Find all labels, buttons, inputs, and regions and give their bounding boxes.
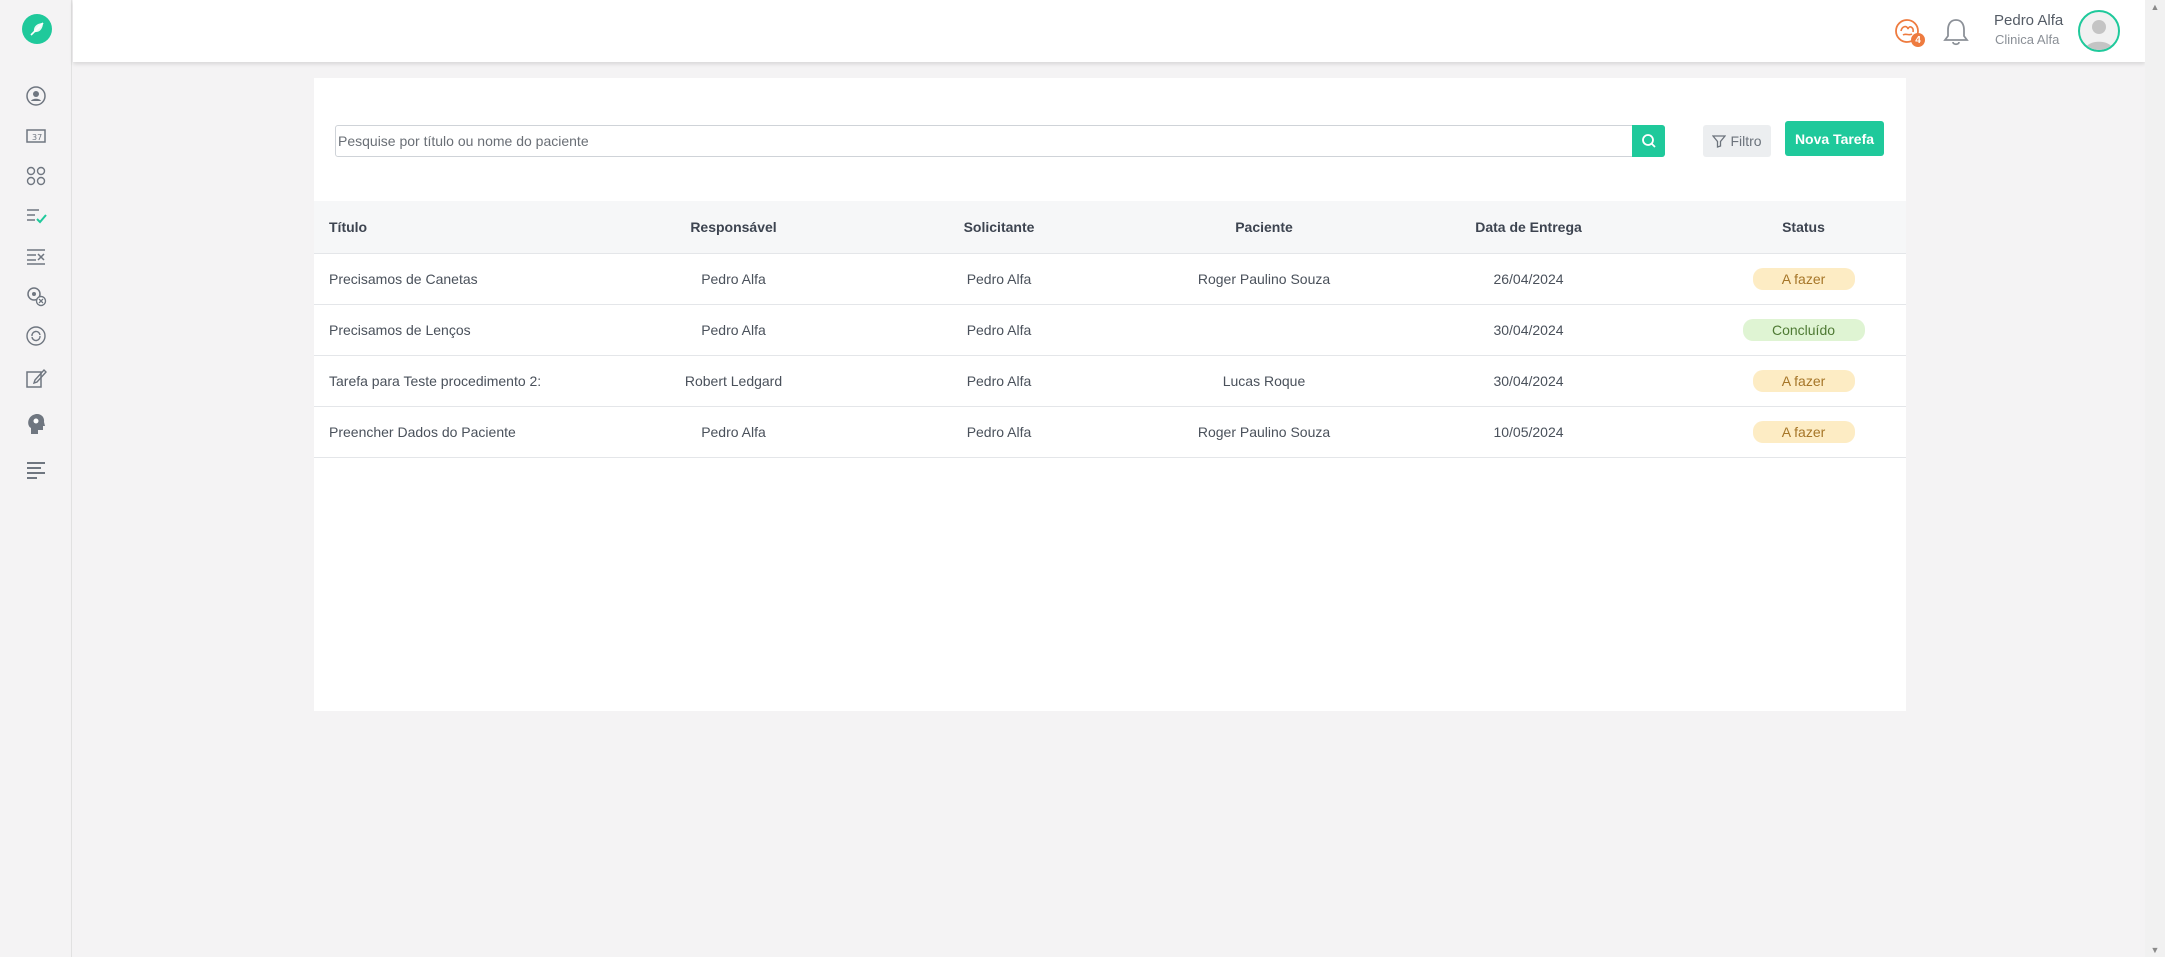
task-title: Precisamos de Lenços xyxy=(329,321,471,338)
user-avatar-icon xyxy=(2085,20,2113,50)
task-patient: Roger Paulino Souza xyxy=(1197,270,1331,287)
head-icon[interactable] xyxy=(22,410,50,438)
top-bar xyxy=(73,0,2145,62)
refresh-icon[interactable] xyxy=(22,322,50,350)
task-responsible: Pedro Alfa xyxy=(701,270,766,287)
task-requester: Pedro Alfa xyxy=(966,423,1032,440)
column-header-requester[interactable]: Solicitante xyxy=(826,201,1172,253)
calendar-icon[interactable]: 37 xyxy=(22,122,50,150)
avatar[interactable] xyxy=(2078,10,2120,52)
new-task-button[interactable]: Nova Tarefa xyxy=(1785,121,1884,156)
column-header-patient[interactable]: Paciente xyxy=(1172,201,1356,253)
tasks-table: Título Responsável Solicitante Paciente … xyxy=(314,201,1906,458)
table-row[interactable]: Preencher Dados do Paciente Pedro Alfa P… xyxy=(314,406,1906,457)
search-icon xyxy=(1641,134,1656,148)
task-requester: Pedro Alfa xyxy=(966,321,1032,338)
search-button[interactable] xyxy=(1632,125,1665,157)
task-requester: Pedro Alfa xyxy=(966,372,1032,389)
task-responsible: Robert Ledgard xyxy=(684,372,783,389)
app-logo[interactable] xyxy=(22,14,52,44)
tasks-notification-button[interactable]: 4 xyxy=(1891,15,1925,49)
table-row[interactable]: Precisamos de Canetas Pedro Alfa Pedro A… xyxy=(314,253,1906,304)
filter-button[interactable]: Filtro xyxy=(1703,125,1771,157)
filter-icon xyxy=(1712,135,1727,148)
page-scrollbar[interactable]: ▲ ▼ xyxy=(2145,0,2165,957)
task-patient: Roger Paulino Souza xyxy=(1197,423,1331,440)
clinic-name: Clinica Alfa xyxy=(1995,32,2060,47)
column-header-status[interactable]: Status xyxy=(1701,201,1906,253)
table-row[interactable]: Precisamos de Lenços Pedro Alfa Pedro Al… xyxy=(314,304,1906,355)
menu-lines-icon[interactable] xyxy=(22,456,50,484)
status-badge: Concluído xyxy=(1742,318,1865,341)
task-due-date: 30/04/2024 xyxy=(1493,372,1564,389)
status-badge: A fazer xyxy=(1752,420,1855,443)
filter-label: Filtro xyxy=(1730,133,1762,149)
status-badge: A fazer xyxy=(1752,267,1855,290)
task-responsible: Pedro Alfa xyxy=(701,423,766,440)
sidebar: 37 xyxy=(0,0,72,957)
grid-icon[interactable] xyxy=(22,162,50,190)
table-header-row: Título Responsável Solicitante Paciente … xyxy=(314,201,1906,253)
user-name: Pedro Alfa xyxy=(1994,12,2064,29)
task-due-date: 26/04/2024 xyxy=(1493,270,1564,287)
task-title: Precisamos de Canetas xyxy=(329,270,478,287)
task-due-date: 30/04/2024 xyxy=(1493,321,1564,338)
settings-cancel-icon[interactable] xyxy=(22,282,50,310)
task-patient xyxy=(1172,304,1356,355)
task-patient: Lucas Roque xyxy=(1222,372,1306,389)
leaf-icon xyxy=(30,22,44,36)
scroll-down-icon[interactable]: ▼ xyxy=(2150,945,2160,955)
column-header-responsible[interactable]: Responsável xyxy=(641,201,826,253)
task-title: Tarefa para Teste procedimento 2: xyxy=(329,372,542,389)
user-circle-icon[interactable] xyxy=(22,82,50,110)
search-input[interactable] xyxy=(336,126,1632,156)
column-header-title[interactable]: Título xyxy=(314,201,641,253)
notification-count-badge: 4 xyxy=(1911,33,1925,47)
tasks-panel: Filtro Nova Tarefa Título Responsável So… xyxy=(314,78,1906,711)
task-responsible: Pedro Alfa xyxy=(701,321,766,338)
svg-text:37: 37 xyxy=(32,133,42,142)
task-title: Preencher Dados do Paciente xyxy=(329,423,516,440)
bell-icon[interactable] xyxy=(1939,15,1973,49)
table-row[interactable]: Tarefa para Teste procedimento 2: Robert… xyxy=(314,355,1906,406)
edit-document-icon[interactable] xyxy=(22,364,50,392)
task-requester: Pedro Alfa xyxy=(966,270,1032,287)
task-due-date: 10/05/2024 xyxy=(1493,423,1564,440)
scroll-up-icon[interactable]: ▲ xyxy=(2150,2,2160,12)
status-badge: A fazer xyxy=(1752,369,1855,392)
column-header-due-date[interactable]: Data de Entrega xyxy=(1356,201,1701,253)
search-bar xyxy=(335,125,1665,157)
task-list-check-icon[interactable] xyxy=(22,202,50,230)
task-list-cancel-icon[interactable] xyxy=(22,242,50,270)
